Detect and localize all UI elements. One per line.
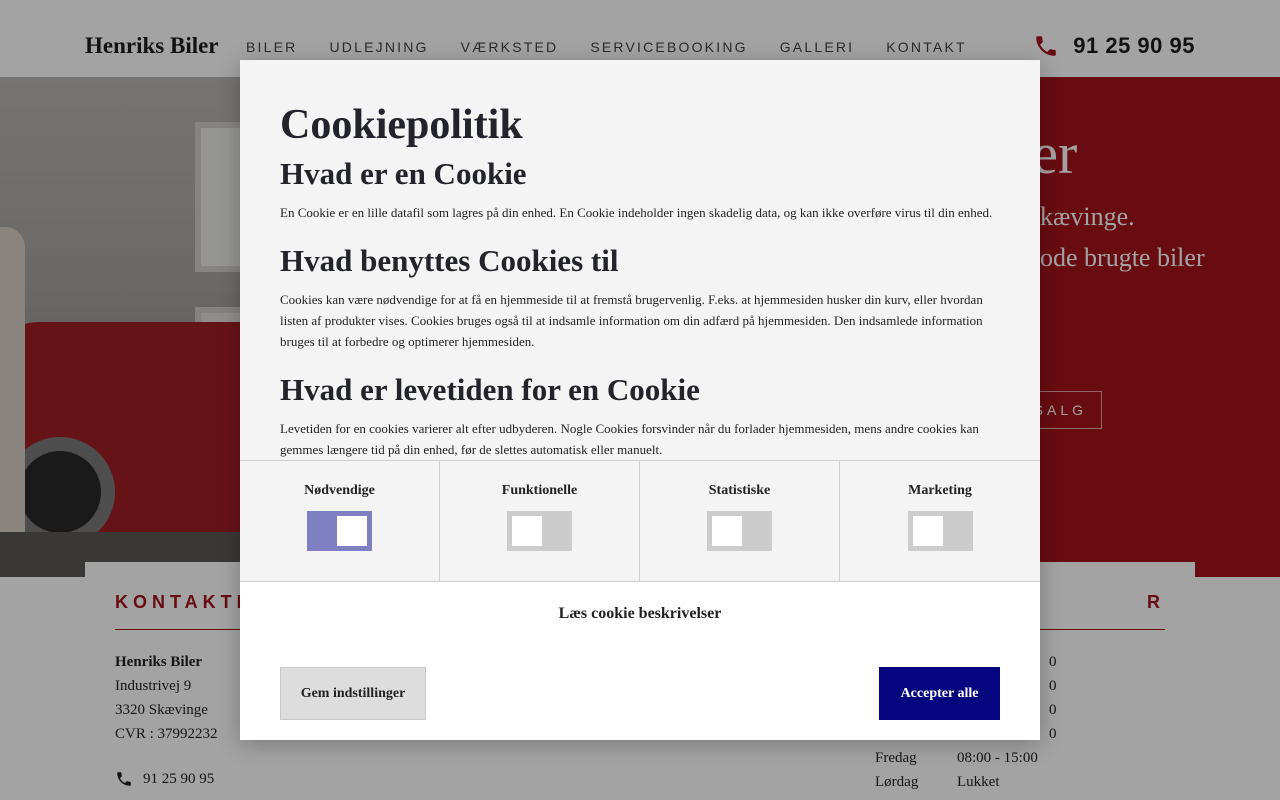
read-cookie-descriptions-link[interactable]: Læs cookie beskrivelser bbox=[240, 605, 1040, 623]
accept-all-button[interactable]: Accepter alle bbox=[879, 667, 1000, 720]
toggle-label: Funktionelle bbox=[501, 483, 578, 498]
cookie-consent-dialog: Cookiepolitik Hvad er en Cookie En Cooki… bbox=[240, 60, 1040, 740]
switch-knob bbox=[912, 516, 943, 546]
functional-switch[interactable] bbox=[507, 511, 572, 551]
cookie-section-heading: Hvad benyttes Cookies til bbox=[280, 243, 619, 278]
necessary-switch[interactable] bbox=[307, 511, 372, 551]
switch-knob bbox=[512, 516, 542, 546]
toggle-label: Statistiske bbox=[708, 483, 771, 498]
cookie-policy-text[interactable]: Cookiepolitik Hvad er en Cookie En Cooki… bbox=[240, 60, 1040, 460]
switch-knob bbox=[337, 516, 367, 546]
cookie-section-text: Levetiden for en cookies varierer alt ef… bbox=[280, 421, 979, 457]
switch-knob bbox=[712, 516, 742, 546]
cookie-section-heading: Hvad er levetiden for en Cookie bbox=[280, 372, 700, 407]
marketing-switch[interactable] bbox=[907, 511, 973, 551]
statistics-switch[interactable] bbox=[707, 511, 772, 551]
cookie-section-text: Cookies kan være nødvendige for at få en… bbox=[280, 292, 983, 349]
cookie-policy-title: Cookiepolitik bbox=[280, 102, 523, 148]
toggle-label: Nødvendige bbox=[304, 483, 375, 498]
toggle-statistics: Statistiske bbox=[640, 461, 840, 581]
cookie-section-heading: Hvad er en Cookie bbox=[280, 156, 527, 191]
toggle-functional: Funktionelle bbox=[440, 461, 640, 581]
cookie-category-toggles: Nødvendige Funktionelle Statistiske Mark… bbox=[240, 460, 1040, 582]
toggle-necessary: Nødvendige bbox=[240, 461, 440, 581]
toggle-label: Marketing bbox=[908, 483, 972, 498]
toggle-marketing: Marketing bbox=[840, 461, 1040, 581]
cookie-section-text: En Cookie er en lille datafil som lagres… bbox=[280, 205, 993, 220]
save-settings-button[interactable]: Gem indstillinger bbox=[280, 667, 426, 720]
